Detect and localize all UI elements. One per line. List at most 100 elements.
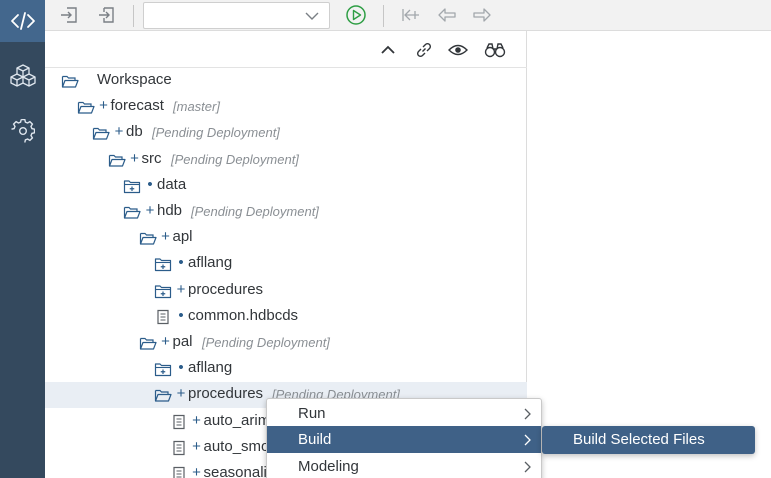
tree-item[interactable]: • data bbox=[45, 173, 527, 199]
tree-item-label: afllang bbox=[188, 359, 233, 377]
tree-item[interactable]: • common.hdbcds bbox=[45, 304, 527, 330]
tree-item-status: [Pending Deployment] bbox=[202, 335, 330, 350]
file-icon bbox=[172, 466, 185, 478]
cube-stack-icon bbox=[9, 64, 36, 87]
chevron-right-icon bbox=[524, 408, 531, 420]
tree-item[interactable]: • afllang bbox=[45, 251, 527, 277]
menu-item-modeling[interactable]: Modeling bbox=[267, 453, 541, 478]
tree-item-status-mark: • bbox=[147, 175, 153, 193]
tree-item-status-mark: + bbox=[145, 202, 155, 219]
editor-area bbox=[528, 31, 771, 478]
show-hidden-files-button[interactable] bbox=[446, 39, 470, 61]
left-sidebar bbox=[0, 0, 45, 478]
deploy-in-button[interactable] bbox=[57, 4, 81, 26]
menu-item-run[interactable]: Run bbox=[267, 400, 541, 427]
chevron-right-icon bbox=[524, 461, 531, 473]
search-workspace-button[interactable] bbox=[483, 39, 507, 61]
sidebar-item-development[interactable] bbox=[0, 0, 45, 42]
back-icon bbox=[438, 8, 456, 22]
tree-item[interactable]: + forecast [master] bbox=[45, 94, 527, 120]
context-menu: Run Build Modeling bbox=[266, 398, 542, 478]
eye-icon bbox=[448, 44, 468, 56]
chevron-right-icon bbox=[524, 434, 531, 446]
tree-item-status-mark: + bbox=[114, 123, 124, 141]
tree-item-status-mark: + bbox=[130, 149, 139, 167]
menu-item-label: Build bbox=[298, 431, 332, 448]
tree-item-status-mark: + bbox=[192, 437, 201, 455]
tree-item-label: hdb bbox=[157, 202, 183, 219]
code-icon bbox=[10, 12, 35, 30]
tree-item-status-mark: + bbox=[161, 228, 170, 246]
tree-item-status-mark: + bbox=[99, 97, 108, 115]
tree-item-status-mark: + bbox=[192, 411, 201, 429]
back-button[interactable] bbox=[435, 4, 459, 26]
workspace-panel-toolbar bbox=[45, 31, 527, 68]
tree-item-status-mark: + bbox=[176, 385, 186, 403]
step-back-button[interactable] bbox=[399, 4, 423, 26]
folder-open-icon bbox=[139, 337, 157, 350]
link-with-editor-button[interactable] bbox=[412, 39, 436, 61]
tree-item-status: [Pending Deployment] bbox=[171, 151, 299, 167]
tree-item[interactable]: + src [Pending Deployment] bbox=[45, 147, 527, 173]
tree-item-status-mark: • bbox=[178, 306, 184, 324]
file-icon bbox=[172, 440, 185, 455]
toolbar-divider bbox=[383, 5, 384, 27]
folder-icon bbox=[154, 363, 172, 377]
tree-item-status-mark: + bbox=[176, 280, 186, 298]
deploy-in-icon bbox=[61, 7, 77, 23]
tree-item-status: [Pending Deployment] bbox=[152, 125, 280, 141]
binoculars-icon bbox=[484, 43, 506, 58]
folder-open-icon bbox=[123, 206, 141, 219]
submenu-item-build-selected-files[interactable]: Build Selected Files bbox=[542, 426, 755, 454]
collapse-icon bbox=[381, 45, 395, 54]
run-button[interactable] bbox=[344, 4, 368, 26]
tree-item-status-mark: + bbox=[161, 333, 170, 350]
tree-item[interactable]: + procedures bbox=[45, 278, 527, 304]
tree-item-label: procedures bbox=[188, 385, 264, 403]
file-icon bbox=[172, 414, 185, 429]
gear-icon bbox=[10, 119, 35, 143]
tree-item[interactable]: + apl bbox=[45, 225, 527, 251]
sidebar-item-settings[interactable] bbox=[0, 110, 45, 152]
tree-item[interactable]: + pal [Pending Deployment] bbox=[45, 330, 527, 356]
deploy-out-button[interactable] bbox=[94, 4, 118, 26]
collapse-all-button[interactable] bbox=[376, 39, 400, 61]
tree-item[interactable]: + hdb [Pending Deployment] bbox=[45, 199, 527, 225]
tree-item-label: apl bbox=[172, 228, 193, 246]
sidebar-item-database-explorer[interactable] bbox=[0, 54, 45, 96]
folder-icon bbox=[154, 284, 172, 298]
submenu-item-label: Build Selected Files bbox=[573, 431, 705, 448]
menu-item-label: Modeling bbox=[298, 458, 359, 475]
main-toolbar bbox=[45, 0, 771, 31]
toolbar-divider bbox=[133, 5, 134, 27]
tree-item-status-mark: + bbox=[192, 464, 201, 478]
tree-item[interactable]: + db [Pending Deployment] bbox=[45, 120, 527, 146]
folder-open-icon bbox=[77, 102, 95, 114]
link-icon bbox=[416, 42, 432, 58]
tree-item-label: Workspace bbox=[97, 71, 172, 88]
folder-open-icon bbox=[92, 128, 110, 140]
menu-item-build[interactable]: Build bbox=[267, 426, 541, 453]
tree-item-label: data bbox=[157, 175, 187, 193]
menu-item-label: Run bbox=[298, 405, 326, 422]
run-target-select[interactable] bbox=[143, 2, 330, 29]
tree-item-label: forecast bbox=[110, 97, 164, 115]
tree-item-label: procedures bbox=[188, 280, 264, 298]
tree-item-status-mark: • bbox=[178, 359, 184, 377]
folder-open-icon bbox=[139, 233, 157, 245]
folder-icon bbox=[123, 180, 141, 193]
web-ide-window: Workspace + forecast [master] + db [Pending De… bbox=[0, 0, 771, 478]
folder-open-icon bbox=[154, 390, 172, 402]
deploy-out-icon bbox=[99, 7, 114, 23]
folder-icon bbox=[154, 258, 172, 272]
tree-item-label: pal bbox=[172, 333, 193, 350]
step-back-icon bbox=[402, 9, 419, 21]
tree-item-status: [master] bbox=[173, 99, 220, 115]
tree-item-status-mark: • bbox=[178, 254, 184, 272]
run-icon bbox=[346, 5, 366, 25]
folder-open-icon bbox=[108, 154, 126, 167]
tree-item[interactable]: • afllang bbox=[45, 356, 527, 382]
tree-item[interactable]: Workspace bbox=[45, 68, 527, 94]
forward-button[interactable] bbox=[470, 4, 494, 26]
forward-icon bbox=[473, 8, 491, 22]
